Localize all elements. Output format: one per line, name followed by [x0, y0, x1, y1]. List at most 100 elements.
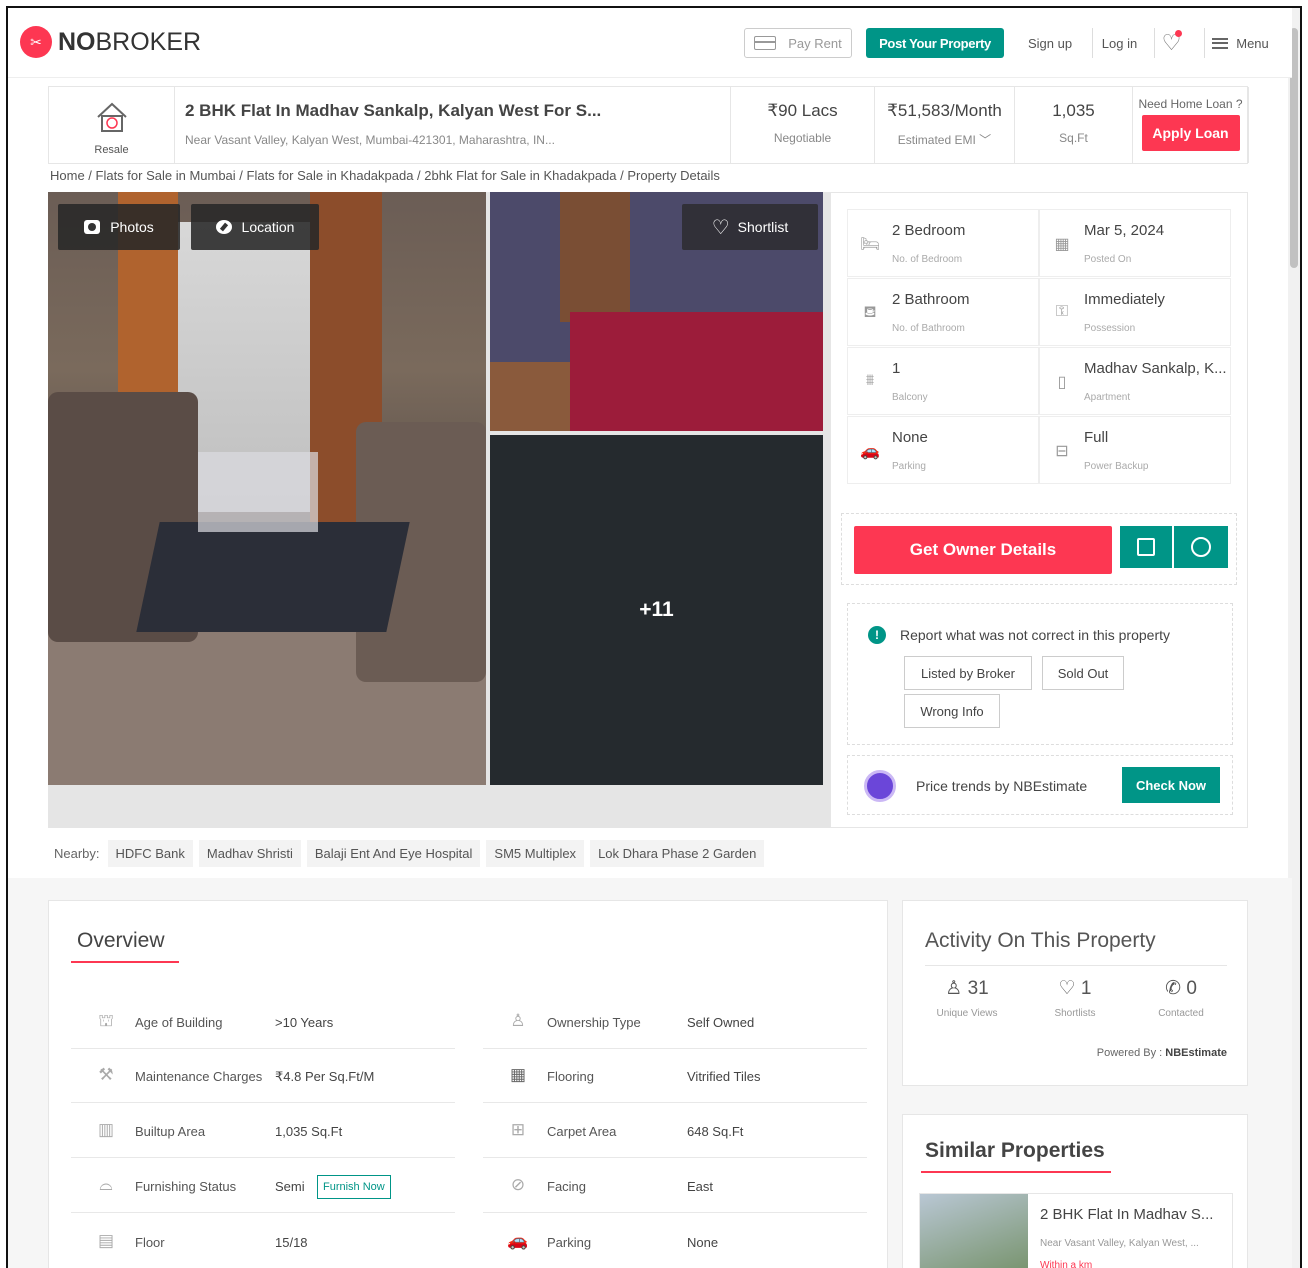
detail-apartment: ▯ Madhav Sankalp, K... Apartment: [1039, 347, 1231, 415]
chevron-down-icon: ﹀: [979, 133, 992, 147]
top-header: ✂ NOBROKER Pay Rent Post Your Property S…: [8, 8, 1292, 78]
detail-key: Possession: [1084, 323, 1136, 334]
nearby-tag[interactable]: Lok Dhara Phase 2 Garden: [590, 839, 765, 867]
log-in-link[interactable]: Log in: [1092, 28, 1146, 58]
menu-label: Menu: [1236, 35, 1269, 51]
detail-value: 2 Bedroom: [892, 222, 966, 239]
chart-icon: [864, 770, 896, 802]
overview-row: ▦ Flooring Vitrified Tiles: [483, 1051, 867, 1103]
loan-block: Need Home Loan ? Apply Loan: [1133, 87, 1249, 163]
chip-listed-by-broker[interactable]: Listed by Broker: [904, 656, 1032, 690]
apply-loan-button[interactable]: Apply Loan: [1141, 115, 1240, 151]
price-value: ₹90 Lacs: [767, 101, 838, 120]
overview-row: ♙ Ownership Type Self Owned: [483, 997, 867, 1049]
powered-by: Powered By : NBEstimate: [1097, 1047, 1227, 1059]
compass-icon: ⊘: [510, 1175, 526, 1194]
pay-rent-button[interactable]: Pay Rent: [744, 28, 852, 58]
battery-icon: ⊟: [1055, 443, 1069, 460]
chip-sold-out[interactable]: Sold Out: [1042, 656, 1124, 690]
emi-sub[interactable]: Estimated EMI ﹀: [875, 131, 1014, 148]
bed-icon: 🛏: [859, 236, 881, 253]
compass-icon: [215, 220, 232, 234]
nearby-tag[interactable]: Balaji Ent And Eye Hospital: [306, 839, 481, 867]
overview-key: Carpet Area: [547, 1124, 617, 1139]
furnish-now-button[interactable]: Furnish Now: [317, 1175, 391, 1199]
detail-value: 1: [892, 360, 901, 377]
chat-icon: [1191, 537, 1211, 557]
overview-heading: Overview: [77, 929, 165, 952]
overview-key: Age of Building: [135, 1015, 223, 1030]
similar-property-card[interactable]: 2 BHK Flat In Madhav S... Near Vasant Va…: [919, 1193, 1233, 1268]
similar-heading: Similar Properties: [925, 1139, 1105, 1162]
nobroker-logo[interactable]: ✂ NOBROKER: [20, 26, 201, 58]
house-rupee-icon: [96, 102, 127, 132]
car-icon: 🚗: [860, 443, 880, 460]
nearby-tag[interactable]: SM5 Multiplex: [486, 839, 585, 867]
price-trend-section: Price trends by NBEstimate Check Now: [847, 755, 1233, 815]
views-label: Unique Views: [936, 1008, 998, 1019]
detail-value: Full: [1084, 429, 1109, 446]
overview-key: Floor: [135, 1235, 165, 1250]
living-room-photo[interactable]: [48, 192, 486, 785]
similar-underline: [921, 1171, 1111, 1173]
area-unit: Sq.Ft: [1059, 131, 1088, 145]
nearby-tag[interactable]: HDFC Bank: [107, 839, 193, 867]
check-now-button[interactable]: Check Now: [1122, 767, 1220, 803]
overview-row: ⊞ Carpet Area 648 Sq.Ft: [483, 1106, 867, 1158]
detail-key: Posted On: [1084, 254, 1132, 265]
similar-property-address: Near Vasant Valley, Kalyan West, ...: [1040, 1238, 1199, 1249]
area-block: 1,035 Sq.Ft: [1015, 87, 1133, 163]
contacted-stat: ✆ 0 Contacted: [1131, 977, 1231, 1019]
key-icon: ⚿: [1055, 303, 1069, 320]
overview-value: Vitrified Tiles: [687, 1069, 761, 1084]
notification-dot: [1175, 30, 1182, 37]
overview-row: 🚗 Parking None: [483, 1217, 867, 1268]
detail-key: No. of Bedroom: [892, 254, 963, 265]
property-title-block: 2 BHK Flat In Madhav Sankalp, Kalyan Wes…: [175, 87, 731, 163]
photo-bed: [570, 312, 823, 431]
menu-button[interactable]: Menu: [1204, 28, 1276, 58]
shortlist-heart-button[interactable]: ♡: [1154, 28, 1188, 58]
property-info-panel: 🛏 2 Bedroom No. of Bedroom ▦ Mar 5, 2024 Pos…: [830, 192, 1248, 828]
heart-icon: ♡: [1058, 978, 1076, 999]
overview-value: 1,035 Sq.Ft: [275, 1124, 343, 1139]
detail-value: Immediately: [1084, 291, 1165, 308]
shortlist-label: Shortlist: [737, 219, 789, 235]
shortlist-button[interactable]: ♡ Shortlist: [682, 204, 818, 250]
powered-by-label: Powered By :: [1096, 1047, 1163, 1059]
emi-value: ₹51,583/Month: [887, 101, 1002, 120]
detail-balcony: ⩩ 1 Balcony: [847, 347, 1039, 415]
detail-possession: ⚿ Immediately Possession: [1039, 278, 1231, 346]
chip-wrong-info[interactable]: Wrong Info: [904, 694, 1000, 728]
overview-key: Facing: [547, 1179, 587, 1194]
overview-underline: [71, 961, 179, 963]
post-property-button[interactable]: Post Your Property: [866, 28, 1004, 58]
schedule-visit-button[interactable]: [1120, 526, 1172, 568]
get-owner-details-button[interactable]: Get Owner Details: [854, 526, 1112, 574]
powered-by-value: NBEstimate: [1165, 1047, 1227, 1059]
floor-icon: ▤: [97, 1231, 115, 1250]
nearby-tag[interactable]: Madhav Shristi: [198, 839, 301, 867]
detail-key: Parking: [892, 461, 926, 472]
more-photos-tile[interactable]: +11: [490, 435, 823, 785]
bath-icon: ⛾: [863, 304, 877, 321]
photos-button[interactable]: Photos: [58, 204, 180, 250]
maintenance-icon: ⚒: [98, 1065, 114, 1084]
chat-button[interactable]: [1174, 526, 1228, 568]
photo-rug: [136, 522, 410, 632]
overview-key: Parking: [547, 1235, 592, 1250]
detail-key: Power Backup: [1084, 461, 1149, 472]
overview-value: 648 Sq.Ft: [687, 1124, 744, 1139]
contact-actions: Get Owner Details: [841, 513, 1237, 585]
sign-up-link[interactable]: Sign up: [1020, 28, 1080, 58]
overview-key: Furnishing Status: [135, 1179, 237, 1194]
emi-block[interactable]: ₹51,583/Month Estimated EMI ﹀: [875, 87, 1015, 163]
similar-properties-card: Similar Properties 2 BHK Flat In Madhav …: [902, 1114, 1248, 1268]
building-age-icon: ⛫: [98, 1011, 114, 1030]
camera-icon: [84, 220, 101, 234]
breadcrumb[interactable]: Home / Flats for Sale in Mumbai / Flats …: [50, 168, 720, 183]
contacted-count: 0: [1186, 978, 1197, 999]
location-button[interactable]: Location: [191, 204, 319, 250]
overview-value: >10 Years: [275, 1015, 334, 1030]
photos-label: Photos: [110, 219, 154, 235]
